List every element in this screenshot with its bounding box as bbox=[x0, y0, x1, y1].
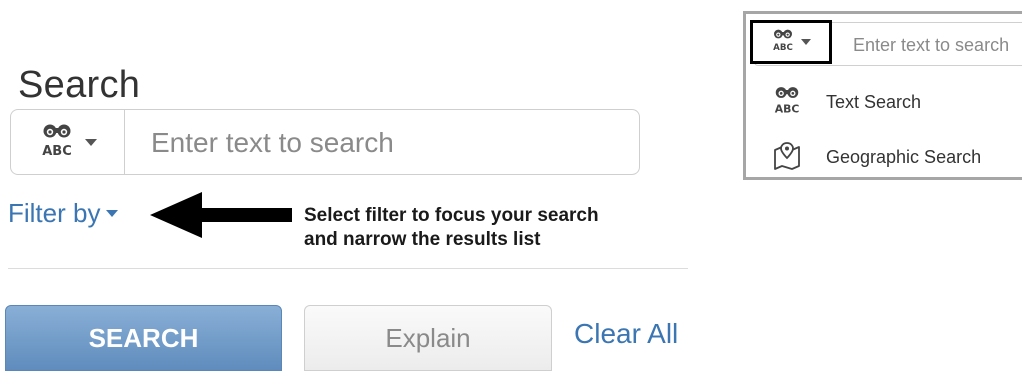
divider bbox=[8, 268, 688, 269]
chevron-down-icon bbox=[84, 138, 97, 146]
dropdown-item-label: Text Search bbox=[826, 92, 922, 112]
filter-by-label: Filter by bbox=[8, 198, 101, 228]
callout-line-2: and narrow the results list bbox=[304, 229, 541, 250]
binoculars-abc-icon: ABC bbox=[771, 28, 795, 57]
page-title: Search bbox=[18, 64, 141, 106]
dropdown-item-text-search[interactable]: ABC Text Search bbox=[772, 84, 921, 121]
dropdown-search-input[interactable] bbox=[851, 25, 1022, 65]
dropdown-item-label: Geographic Search bbox=[826, 147, 982, 167]
svg-text:ABC: ABC bbox=[775, 103, 800, 116]
map-pin-icon bbox=[772, 140, 802, 175]
search-type-dropdown-panel: ABC ABC Text Search bbox=[743, 11, 1022, 180]
chevron-down-icon bbox=[801, 39, 811, 45]
chevron-down-icon bbox=[106, 210, 119, 217]
clear-all-link[interactable]: Clear All bbox=[574, 318, 678, 350]
svg-text:ABC: ABC bbox=[773, 43, 793, 52]
callout-line-1: Select filter to focus your search bbox=[304, 205, 599, 226]
binoculars-abc-icon: ABC bbox=[772, 84, 802, 121]
search-input[interactable] bbox=[149, 120, 623, 166]
callout-text: Select filter to focus your search and n… bbox=[304, 204, 599, 252]
search-button[interactable]: SEARCH bbox=[5, 305, 282, 371]
dropdown-item-geographic-search[interactable]: Geographic Search bbox=[772, 140, 981, 175]
search-type-toggle[interactable]: ABC bbox=[11, 110, 125, 174]
search-box: ABC bbox=[10, 109, 640, 175]
filter-by-dropdown[interactable]: Filter by bbox=[8, 198, 119, 229]
dropdown-type-toggle[interactable]: ABC bbox=[750, 20, 832, 64]
callout-arrow bbox=[150, 192, 292, 238]
binoculars-abc-icon: ABC bbox=[39, 122, 75, 163]
explain-button[interactable]: Explain bbox=[304, 305, 552, 371]
svg-text:ABC: ABC bbox=[42, 144, 72, 158]
